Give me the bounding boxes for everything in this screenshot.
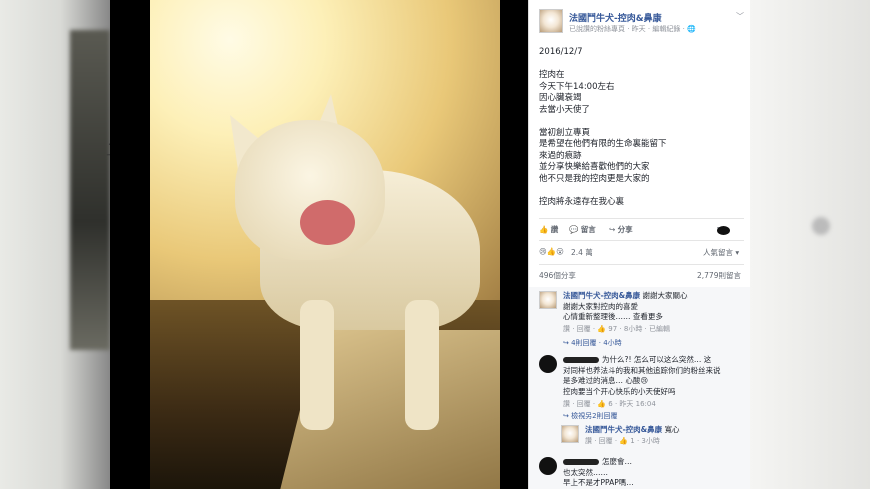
dog-photo[interactable]: [150, 0, 500, 489]
profile-selector[interactable]: ▾: [717, 224, 730, 235]
page-avatar[interactable]: [539, 9, 563, 33]
comments-count[interactable]: 2,779則留言: [697, 270, 741, 281]
post-meta-text: 已說讚的粉絲專頁 · 昨天 · 編輯紀錄 ·: [569, 25, 688, 33]
dog-tongue: [300, 200, 355, 245]
commenter-avatar[interactable]: [539, 291, 557, 309]
comment-label: 留言: [580, 225, 596, 234]
comment-meta[interactable]: 讚 · 回覆 · 👍 1 · 3小時: [585, 436, 660, 446]
commenter-avatar[interactable]: [539, 457, 557, 475]
post-body: 2016/12/7 控肉在 今天下午14:00左右 因心臟衰竭 去當小天使了 當…: [539, 47, 667, 207]
like-button[interactable]: 👍 讚: [539, 224, 558, 235]
reply-link[interactable]: ↪ 檢視另2則回覆: [539, 411, 744, 423]
background-left: 什 |: [0, 0, 110, 489]
comment-text: 寬心: [662, 425, 680, 434]
comments-section: 法國鬥牛犬-控肉&鼻康 謝謝大家關心 謝謝大家對控肉的喜愛 心情重新整理後…… …: [529, 287, 750, 489]
post-meta: 已說讚的粉絲專頁 · 昨天 · 編輯紀錄 · 🌐: [569, 24, 696, 34]
page-name-link[interactable]: 法國鬥牛犬-控肉&鼻康: [569, 11, 662, 24]
reply-link[interactable]: ↪ 4則回覆 · 4小時: [539, 338, 744, 350]
shares-count[interactable]: 496個分享: [539, 270, 576, 281]
comment: 怎麼會… 也太突然…… 早上不是才PPAP嗎…: [539, 455, 744, 489]
background-right: [750, 0, 870, 489]
comment-button[interactable]: 💬 留言: [569, 224, 596, 235]
post-panel: 法國鬥牛犬-控肉&鼻康 已說讚的粉絲專頁 · 昨天 · 編輯紀錄 · 🌐 ﹀ 2…: [528, 0, 750, 489]
comment-sort[interactable]: 人氣留言 ▾: [703, 247, 739, 258]
commenter-avatar[interactable]: [561, 425, 579, 443]
share-stats: 496個分享 2,779則留言: [529, 270, 750, 282]
chevron-down-icon[interactable]: ﹀: [736, 11, 744, 22]
post-header: 法國鬥牛犬-控肉&鼻康 已說讚的粉絲專頁 · 昨天 · 編輯紀錄 · 🌐 ﹀: [539, 9, 744, 39]
redacted-name: [563, 459, 599, 465]
reaction-bar: 👍 讚 💬 留言 ↪ 分享 ▾: [529, 222, 750, 238]
redacted-name: [563, 357, 599, 363]
reply-link-text[interactable]: ↪ 檢視另2則回覆: [563, 411, 618, 421]
reply-comment: 法國鬥牛犬-控肉&鼻康 寬心 讚 · 回覆 · 👍 1 · 3小時: [561, 423, 746, 453]
reply-link-text[interactable]: ↪ 4則回覆 · 4小時: [563, 338, 622, 348]
reaction-icons[interactable]: 😢👍😮: [539, 247, 564, 256]
comment-meta[interactable]: 讚 · 回覆 · 👍 6 · 昨天 16:04: [563, 399, 656, 409]
comment: 为什么?! 怎么可以这么突然… 这 对同样也养法斗的我和其他追踪你们的粉丝来说 …: [539, 353, 744, 411]
blurred-dot: [812, 217, 830, 235]
reaction-counts: 😢👍😮 2.4 萬 人氣留言 ▾: [529, 245, 750, 259]
commenter-avatar[interactable]: [539, 355, 557, 373]
reaction-count[interactable]: 2.4 萬: [571, 247, 593, 258]
commenter-name[interactable]: 法國鬥牛犬-控肉&鼻康: [563, 291, 640, 300]
share-label: 分享: [617, 225, 633, 234]
commenter-name[interactable]: 法國鬥牛犬-控肉&鼻康: [585, 425, 662, 434]
like-label: 讚: [550, 225, 559, 234]
share-button[interactable]: ↪ 分享: [609, 224, 633, 235]
globe-icon: 🌐: [687, 25, 696, 33]
blurred-object: [70, 30, 110, 350]
comment-meta[interactable]: 讚 · 回覆 · 👍 97 · 8小時 · 已編輯: [563, 324, 670, 334]
